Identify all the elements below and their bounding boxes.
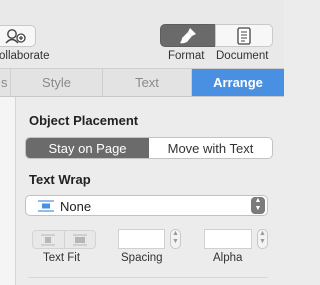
text-fit-grow-button[interactable] [65,231,96,248]
wrap-none-icon [38,200,54,212]
text-fit-control [32,230,96,249]
text-wrap-popup[interactable]: None ▲ ▼ [25,195,268,216]
alpha-label: Alpha [213,252,243,264]
text-fit-shrink-icon [41,234,56,245]
document-label: Document [216,50,269,62]
collaborate-icon [5,29,26,44]
tab-arrange[interactable]: Arrange [192,69,284,96]
alpha-field[interactable] [204,229,252,249]
alpha-stepper[interactable]: ▲ ▼ [257,229,268,249]
format-label: Format [168,50,205,62]
collaborate-label: ollaborate [0,50,50,62]
document-button[interactable] [215,24,273,47]
text-fit-label: Text Fit [43,252,81,264]
move-with-text-option[interactable]: Move with Text [149,138,272,158]
tab-partial[interactable]: s [0,69,11,96]
text-fit-shrink-button[interactable] [33,231,65,248]
inspector-tabs: s Style Text Arrange [0,69,284,97]
spacing-stepper[interactable]: ▲ ▼ [170,229,181,249]
tab-text[interactable]: Text [103,69,192,96]
collaborate-button[interactable] [0,25,36,47]
text-wrap-value: None [60,199,92,214]
text-wrap-heading: Text Wrap [29,172,91,187]
object-placement-segmented-control: Stay on Page Move with Text [25,137,273,159]
toolbar: ollaborate Format Document [0,0,284,69]
format-button[interactable] [160,24,216,47]
object-placement-heading: Object Placement [29,113,139,128]
document-icon [237,26,251,45]
tab-style[interactable]: Style [11,69,103,96]
popup-arrows-icon: ▲ ▼ [251,197,265,214]
paintbrush-icon [180,27,196,43]
stay-on-page-option[interactable]: Stay on Page [26,138,149,158]
section-divider [28,277,268,278]
spacing-field[interactable] [118,229,165,249]
text-fit-grow-icon [72,234,87,245]
spacing-label: Spacing [121,252,163,264]
sidebar-edge [0,97,16,285]
